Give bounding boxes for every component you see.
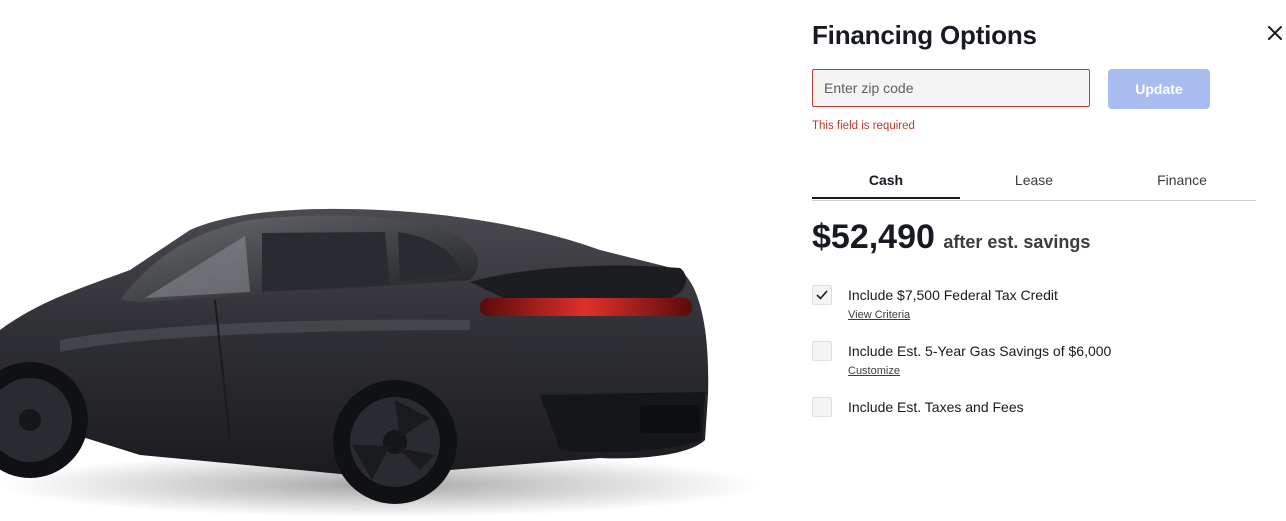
federal-tax-credit-checkbox[interactable] [812, 285, 832, 305]
tab-cash[interactable]: Cash [812, 163, 960, 199]
financing-panel: Financing Options Update This field is r… [812, 0, 1256, 521]
price-summary: $52,490 after est. savings [812, 218, 1090, 257]
gas-savings-label: Include Est. 5-Year Gas Savings of $6,00… [848, 343, 1112, 359]
price-suffix: after est. savings [943, 232, 1091, 252]
taxes-fees-label: Include Est. Taxes and Fees [848, 399, 1024, 415]
zip-code-input[interactable] [812, 69, 1090, 107]
checkmark-icon [816, 290, 828, 300]
vehicle-image [0, 0, 790, 521]
zip-error-message: This field is required [812, 120, 915, 132]
tab-lease[interactable]: Lease [960, 163, 1108, 199]
panel-title: Financing Options [812, 20, 1037, 50]
close-button[interactable] [1267, 25, 1283, 41]
update-button[interactable]: Update [1108, 69, 1210, 109]
federal-tax-credit-label: Include $7,500 Federal Tax Credit [848, 287, 1058, 303]
tab-finance[interactable]: Finance [1108, 163, 1256, 199]
payment-tabs: Cash Lease Finance [812, 163, 1256, 201]
taxes-fees-checkbox[interactable] [812, 397, 832, 417]
gas-savings-checkbox[interactable] [812, 341, 832, 361]
price-amount: $52,490 [812, 218, 935, 256]
view-criteria-link[interactable]: View Criteria [848, 309, 910, 321]
customize-link[interactable]: Customize [848, 365, 900, 377]
close-icon [1268, 26, 1282, 40]
